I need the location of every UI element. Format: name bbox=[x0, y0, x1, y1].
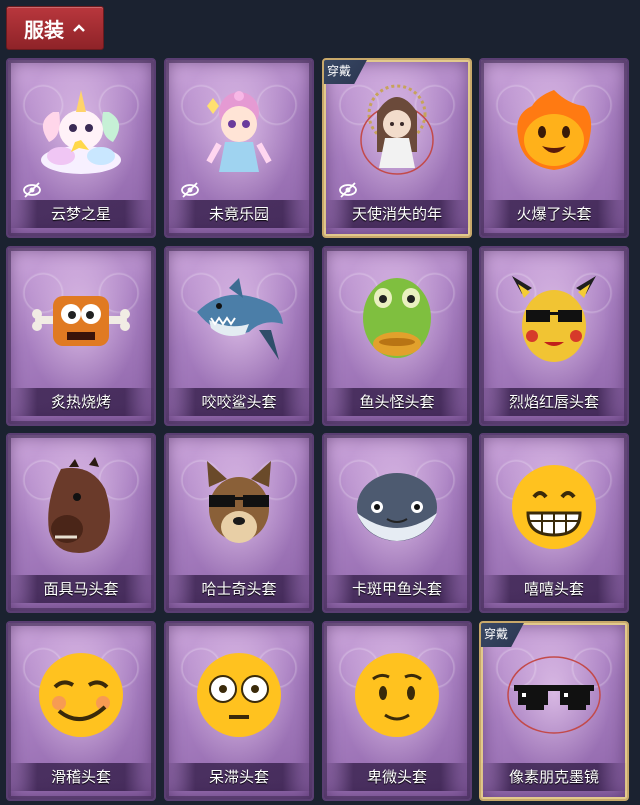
costume-card[interactable]: 炙热烧烤 bbox=[6, 246, 156, 426]
costume-card-label: 咬咬鲨头套 bbox=[166, 388, 312, 416]
costume-card-label: 火爆了头套 bbox=[481, 200, 627, 228]
costume-card[interactable]: 哈士奇头套 bbox=[164, 433, 314, 613]
costume-tab[interactable]: 服装 bbox=[6, 6, 104, 50]
costume-card[interactable]: 嘻嘻头套 bbox=[479, 433, 629, 613]
costume-card[interactable]: 穿戴 天使消失的年 bbox=[322, 58, 472, 238]
costume-card[interactable]: 穿戴 像素朋克墨镜 bbox=[479, 621, 629, 801]
fire-head-icon bbox=[517, 90, 592, 170]
costume-card-label: 卑微头套 bbox=[324, 763, 470, 791]
costume-card-label: 卡斑甲鱼头套 bbox=[324, 575, 470, 603]
costume-card[interactable]: 滑稽头套 bbox=[6, 621, 156, 801]
costume-card-label: 面具马头套 bbox=[8, 575, 154, 603]
dog-head-icon bbox=[207, 461, 271, 543]
costume-card-label: 像素朋克墨镜 bbox=[481, 763, 627, 791]
costume-card-label: 滑稽头套 bbox=[8, 763, 154, 791]
costume-card[interactable]: 卡斑甲鱼头套 bbox=[322, 433, 472, 613]
costume-card-label: 嘻嘻头套 bbox=[481, 575, 627, 603]
chevron-up-icon bbox=[73, 24, 85, 32]
costume-card-label: 云梦之星 bbox=[8, 200, 154, 228]
clown-girl-icon bbox=[206, 91, 272, 172]
pikachu-head-icon bbox=[512, 276, 596, 362]
costume-card-label: 哈士奇头套 bbox=[166, 575, 312, 603]
costume-card[interactable]: 未竟乐园 bbox=[164, 58, 314, 238]
costume-card-label: 炙热烧烤 bbox=[8, 388, 154, 416]
costume-card[interactable]: 卑微头套 bbox=[322, 621, 472, 801]
costume-card[interactable]: 火爆了头套 bbox=[479, 58, 629, 238]
costume-card[interactable]: 烈焰红唇头套 bbox=[479, 246, 629, 426]
angel-doll-icon bbox=[360, 84, 434, 175]
smirk-emoji-icon bbox=[39, 653, 123, 737]
costume-card-label: 呆滞头套 bbox=[166, 763, 312, 791]
meat-head-icon bbox=[32, 296, 130, 346]
costume-card-label: 鱼头怪头套 bbox=[324, 388, 470, 416]
horse-head-icon bbox=[48, 457, 110, 553]
eye-hidden-icon[interactable] bbox=[180, 180, 200, 200]
costume-card-label: 天使消失的年 bbox=[324, 200, 470, 228]
costume-card[interactable]: 面具马头套 bbox=[6, 433, 156, 613]
costume-tab-label: 服装 bbox=[24, 17, 64, 42]
grin-emoji-icon bbox=[512, 465, 596, 549]
costume-card[interactable]: 咬咬鲨头套 bbox=[164, 246, 314, 426]
eye-hidden-icon[interactable] bbox=[338, 180, 358, 200]
pixel-sunglasses-icon bbox=[507, 656, 601, 734]
shark-head-icon bbox=[197, 278, 283, 360]
whale-head-icon bbox=[357, 473, 437, 541]
fish-head-icon bbox=[363, 278, 431, 358]
eye-hidden-icon[interactable] bbox=[22, 180, 42, 200]
costume-card[interactable]: 鱼头怪头套 bbox=[322, 246, 472, 426]
costume-card[interactable]: 云梦之星 bbox=[6, 58, 156, 238]
costume-grid: 云梦之星 未竟乐园 穿戴 天使消失的年 火爆了头套炙热烧烤 咬咬鲨头套 鱼头怪头套 烈焰红唇头… bbox=[6, 58, 636, 801]
costume-card[interactable]: 呆滞头套 bbox=[164, 621, 314, 801]
unicorn-icon bbox=[41, 90, 121, 174]
costume-card-label: 未竟乐园 bbox=[166, 200, 312, 228]
stunned-emoji-icon bbox=[197, 653, 281, 737]
costume-card-label: 烈焰红唇头套 bbox=[481, 388, 627, 416]
humble-emoji-icon bbox=[355, 653, 439, 737]
